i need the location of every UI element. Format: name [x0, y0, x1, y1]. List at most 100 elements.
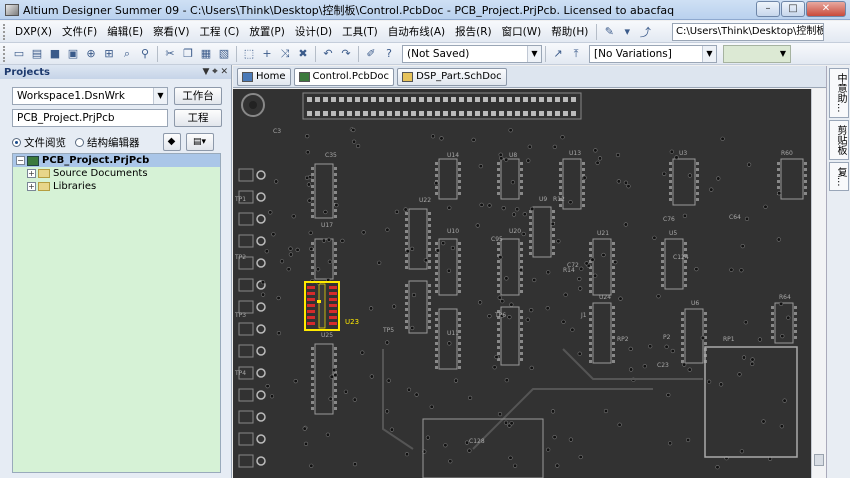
maximize-button[interactable]: □ — [781, 1, 805, 17]
toolbar-grip[interactable] — [3, 45, 7, 62]
ic-pad — [334, 167, 337, 170]
redo-icon[interactable]: ↷ — [339, 47, 353, 61]
cut-icon[interactable]: ✂ — [163, 47, 177, 61]
pin-icon[interactable]: ⌖ — [212, 67, 217, 77]
clear-selection-icon[interactable]: ✖ — [296, 47, 310, 61]
menu-design[interactable]: 设计(D) — [290, 24, 337, 39]
via — [279, 259, 285, 264]
menu-project[interactable]: 工程 (C) — [194, 24, 244, 39]
chevron-down-icon[interactable]: ▼ — [153, 88, 167, 104]
chevron-down-icon[interactable]: ▼ — [702, 45, 716, 62]
menu-help[interactable]: 帮助(H) — [546, 24, 593, 39]
ic-pad — [435, 290, 438, 293]
ic-pad — [559, 174, 562, 177]
zoom-fit-icon[interactable]: ⊞ — [102, 47, 116, 61]
expand-icon[interactable]: + — [27, 182, 36, 191]
ic-pad — [435, 312, 438, 315]
ic-pad — [612, 342, 615, 345]
project-button[interactable]: 工程 — [174, 109, 222, 127]
paste-icon[interactable]: ▦ — [199, 47, 213, 61]
scrollbar-thumb[interactable] — [814, 454, 824, 466]
tab-home[interactable]: Home — [237, 67, 291, 86]
tab-control-pcbdoc[interactable]: Control.PcbDoc — [293, 67, 395, 86]
panel-menu-icon[interactable]: ▼ — [202, 67, 209, 77]
collapse-icon[interactable]: − — [16, 156, 25, 165]
header-pin — [515, 97, 520, 102]
ic-pad — [334, 173, 337, 176]
save-icon[interactable]: ■ — [48, 47, 62, 61]
new-file-icon[interactable]: ▭ — [12, 47, 26, 61]
menu-tools[interactable]: 工具(T) — [337, 24, 383, 39]
menu-file[interactable]: 文件(F) — [57, 24, 102, 39]
wire-tool-icon[interactable]: ✎ — [602, 25, 616, 39]
select-rect-icon[interactable]: ⬚ — [242, 47, 256, 61]
via — [492, 365, 497, 370]
via — [709, 187, 714, 192]
via — [360, 350, 365, 355]
ic-pad — [520, 284, 523, 287]
chevron-down-icon[interactable]: ▼ — [527, 45, 541, 62]
undo-icon[interactable]: ↶ — [321, 47, 335, 61]
variations-combo[interactable]: [No Variations] ▼ — [589, 44, 717, 63]
browse-icon[interactable]: ⌕ — [120, 47, 134, 61]
tab-dsp-part-schdoc[interactable]: DSP_Part.SchDoc — [397, 67, 507, 86]
dropdown-icon[interactable]: ▾ — [620, 25, 634, 39]
menu-window[interactable]: 窗口(W) — [497, 24, 547, 39]
menu-view[interactable]: 察看(V) — [148, 24, 194, 39]
pencil-icon[interactable]: ✐ — [364, 47, 378, 61]
minimize-button[interactable]: – — [756, 1, 780, 17]
radio-file-view-label: 文件阅览 — [24, 136, 66, 149]
menu-autoroute[interactable]: 自动布线(A) — [383, 24, 450, 39]
route-tool-icon[interactable]: ⤴ — [638, 25, 652, 39]
variant-icon[interactable]: ↗ — [551, 47, 565, 61]
side-tab-clipboard[interactable]: 剪贴板 — [829, 119, 849, 160]
save-status-combo[interactable]: (Not Saved) ▼ — [402, 44, 542, 63]
print-icon[interactable]: ▣ — [66, 47, 80, 61]
layer-combo[interactable]: ▼ — [723, 44, 791, 63]
ic-pad — [661, 242, 664, 245]
refresh-icon[interactable]: ◆ — [162, 133, 181, 151]
designator-label: U9 — [539, 196, 547, 203]
pcb-canvas[interactable]: C3 C35 U17 U25 U22 U14 U10 U11 U8 U20 U9 U13 U21 U24 U… — [233, 89, 811, 478]
workspace-button[interactable]: 工作台 — [174, 87, 222, 105]
paste-special-icon[interactable]: ▧ — [217, 47, 231, 61]
side-tab-other[interactable]: 复... — [829, 161, 849, 192]
via — [425, 435, 430, 440]
via — [441, 241, 446, 246]
side-tab-help[interactable]: 中意助... — [829, 68, 849, 118]
menu-place[interactable]: 放置(P) — [244, 24, 290, 39]
designator-label: TP1 — [234, 196, 246, 203]
pcb-board-drawing[interactable]: C3 C35 U17 U25 U22 U14 U10 U11 U8 U20 U9 U13 U21 U24 U… — [233, 89, 811, 478]
via — [268, 210, 273, 215]
tree-item-source-documents[interactable]: + Source Documents — [13, 167, 220, 180]
menu-dxp[interactable]: DXP(X) — [10, 26, 57, 38]
workspace-combo[interactable]: Workspace1.DsnWrk ▼ — [12, 87, 168, 105]
move-icon[interactable]: + — [260, 47, 274, 61]
menu-reports[interactable]: 报告(R) — [450, 24, 497, 39]
help-icon[interactable]: ? — [382, 47, 396, 61]
close-button[interactable]: ✕ — [806, 1, 846, 17]
project-options-button[interactable]: ▤▾ — [185, 133, 214, 151]
via — [501, 205, 506, 211]
chevron-down-icon[interactable]: ▼ — [776, 46, 790, 62]
ic-pad — [669, 168, 672, 171]
designator-label: TP2 — [234, 254, 246, 261]
ic-pad — [435, 254, 438, 257]
zoom-icon[interactable]: ⊕ — [84, 47, 98, 61]
inspect-icon[interactable]: ⚲ — [138, 47, 152, 61]
radio-file-view[interactable] — [12, 137, 21, 147]
compile-icon[interactable]: ⤒ — [569, 47, 583, 61]
expand-icon[interactable]: + — [27, 169, 36, 178]
tree-root-project[interactable]: − PCB_Project.PrjPcb — [13, 154, 220, 167]
vertical-scrollbar[interactable] — [811, 89, 826, 478]
menu-edit[interactable]: 编辑(E) — [102, 24, 148, 39]
toolbar-grip[interactable] — [3, 23, 7, 40]
cross-probe-icon[interactable]: ⤨ — [278, 47, 292, 61]
open-folder-icon[interactable]: ▤ — [30, 47, 44, 61]
radio-struct-editor[interactable] — [75, 137, 84, 147]
tree-item-libraries[interactable]: + Libraries — [13, 180, 220, 193]
project-field[interactable]: PCB_Project.PrjPcb — [12, 109, 168, 127]
panel-close-icon[interactable]: ✕ — [220, 67, 228, 77]
copy-icon[interactable]: ❐ — [181, 47, 195, 61]
document-path-field[interactable]: C:\Users\Think\Desktop\控制板 — [672, 23, 824, 41]
